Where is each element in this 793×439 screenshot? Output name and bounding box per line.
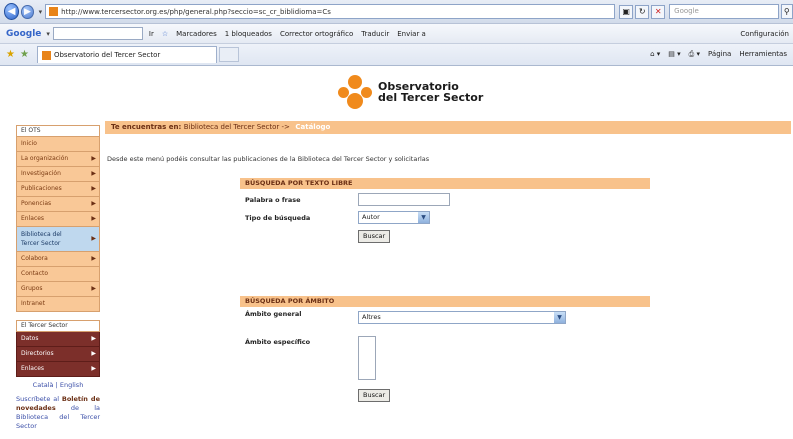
sidebar-item-directorios[interactable]: Directorios ▶	[16, 347, 100, 362]
language-links[interactable]: Català | English	[16, 381, 100, 389]
site-logo[interactable]: Observatorio del Tercer Sector	[338, 75, 483, 109]
bookmarks-menu[interactable]: Marcadores	[176, 30, 217, 38]
intro-text: Desde este menú podéis consultar las pub…	[107, 155, 430, 163]
sidebar-item-inicio[interactable]: Inicio	[16, 137, 100, 152]
page-menu[interactable]: Página	[708, 50, 731, 59]
arrow-right-icon: ▶	[91, 350, 96, 357]
favorites-star-icon[interactable]: ★	[6, 49, 15, 60]
refresh-icon[interactable]: ↻	[635, 4, 650, 19]
url-input[interactable]: http://www.tercersector.org.es/php/gener…	[45, 4, 616, 19]
sidebar-item-intranet[interactable]: Intranet	[16, 297, 100, 312]
dropdown-arrow-icon: ▼	[418, 212, 429, 223]
arrow-right-icon: ▶	[91, 255, 96, 262]
compatibility-icon[interactable]: ▣	[619, 4, 634, 19]
ots-logo-icon	[338, 75, 372, 109]
arrow-right-icon: ▶	[91, 215, 96, 222]
translate-button[interactable]: Traducir	[361, 30, 389, 38]
google-dropdown-icon[interactable]: ▾	[46, 30, 50, 38]
sidebar-item-datos[interactable]: Datos ▶	[16, 332, 100, 347]
scope-section-header: BÚSQUEDA POR ÁMBITO	[240, 296, 650, 307]
breadcrumb-prefix: Te encuentras en:	[111, 123, 182, 131]
google-toolbar: Google ▾ Ir ☆ Marcadores 1 bloqueados Co…	[0, 24, 793, 44]
sidebar-item-organizacion[interactable]: La organización ▶	[16, 152, 100, 167]
add-favorites-icon[interactable]: ★	[20, 49, 29, 60]
sidebar-item-publicaciones[interactable]: Publicaciones ▶	[16, 182, 100, 197]
home-icon[interactable]: ⌂ ▾	[650, 50, 660, 59]
search-type-label: Tipo de búsqueda	[245, 214, 311, 222]
popup-blocked-button[interactable]: 1 bloqueados	[225, 30, 272, 38]
arrow-right-icon: ▶	[91, 235, 96, 242]
url-text: http://www.tercersector.org.es/php/gener…	[61, 7, 331, 16]
sidebar-header-tercer-sector: El Tercer Sector	[16, 320, 100, 332]
sidebar-item-enlaces-ts[interactable]: Enlaces ▶	[16, 362, 100, 377]
tab-active[interactable]: Observatorio del Tercer Sector	[36, 46, 217, 63]
sidebar-item-ponencias[interactable]: Ponencias ▶	[16, 197, 100, 212]
phrase-label: Palabra o frase	[245, 196, 301, 204]
logo-line2: del Tercer Sector	[378, 91, 484, 104]
general-scope-select[interactable]: Altres ▼	[358, 311, 566, 324]
specific-scope-list[interactable]	[358, 336, 376, 380]
sidebar-item-investigacion[interactable]: Investigación ▶	[16, 167, 100, 182]
tab-bar: ★ ★ Observatorio del Tercer Sector ⌂ ▾ ▤…	[0, 44, 793, 66]
history-dropdown-icon[interactable]: ▾	[39, 8, 43, 16]
search-icon[interactable]: ⚲	[780, 4, 793, 19]
site-favicon-icon	[49, 7, 59, 16]
general-scope-value: Altres	[362, 313, 381, 321]
google-toolbar-search[interactable]	[52, 27, 143, 40]
spellcheck-button[interactable]: Corrector ortográfico	[280, 30, 353, 38]
star-bookmarks-icon[interactable]: ☆	[162, 30, 168, 38]
search-input[interactable]: Google	[669, 4, 779, 19]
search-type-value: Autor	[362, 213, 380, 221]
newsletter-link[interactable]: Suscríbete al Boletín de novedades de la…	[16, 395, 100, 431]
stop-icon[interactable]: ✕	[651, 4, 666, 19]
tools-menu[interactable]: Herramientas	[739, 50, 787, 59]
arrow-right-icon: ▶	[91, 335, 96, 342]
arrow-right-icon: ▶	[91, 200, 96, 207]
forward-arrow-icon[interactable]: ▶	[21, 4, 34, 19]
tab-favicon-icon	[41, 50, 51, 60]
arrow-right-icon: ▶	[91, 170, 96, 177]
dropdown-arrow-icon: ▼	[554, 312, 565, 323]
sidebar-header-ots: El OTS	[16, 125, 100, 137]
search-scope-button[interactable]: Buscar	[358, 389, 391, 402]
breadcrumb: Te encuentras en: Biblioteca del Tercer …	[105, 121, 791, 134]
arrow-right-icon: ▶	[91, 185, 96, 192]
arrow-right-icon: ▶	[91, 365, 96, 372]
google-toolbar-logo: Google	[6, 28, 42, 39]
arrow-right-icon: ▶	[91, 285, 96, 292]
free-text-section-header: BÚSQUEDA POR TEXTO LIBRE	[240, 178, 650, 189]
breadcrumb-current: Catálogo	[295, 123, 331, 131]
sidebar-item-colabora[interactable]: Colabora ▶	[16, 252, 100, 267]
sidebar-item-biblioteca[interactable]: Biblioteca del Tercer Sector ▶	[16, 227, 100, 252]
send-to-button[interactable]: Enviar a	[397, 30, 426, 38]
phrase-input[interactable]	[358, 193, 450, 206]
sidebar: El OTS Inicio La organización ▶ Investiga…	[16, 125, 100, 431]
print-icon[interactable]: ⎙ ▾	[689, 50, 700, 59]
general-scope-label: Ámbito general	[245, 310, 302, 318]
new-tab-button[interactable]	[218, 47, 239, 62]
tab-title: Observatorio del Tercer Sector	[53, 51, 161, 59]
search-type-select[interactable]: Autor ▼	[358, 211, 430, 224]
web-page: Observatorio del Tercer Sector Te encuen…	[0, 66, 793, 439]
sidebar-item-grupos[interactable]: Grupos ▶	[16, 282, 100, 297]
arrow-right-icon: ▶	[91, 155, 96, 162]
go-button[interactable]: Ir	[149, 30, 154, 38]
specific-scope-label: Ámbito específico	[245, 338, 311, 346]
search-text-button[interactable]: Buscar	[358, 230, 391, 243]
settings-button[interactable]: Configuración	[740, 30, 789, 38]
sidebar-item-enlaces[interactable]: Enlaces ▶	[16, 212, 100, 227]
sidebar-item-contacto[interactable]: Contacto	[16, 267, 100, 282]
breadcrumb-link[interactable]: Biblioteca del Tercer Sector ->	[184, 123, 290, 131]
feeds-icon[interactable]: ▤ ▾	[668, 50, 680, 59]
back-arrow-icon[interactable]: ◀	[4, 3, 20, 20]
address-bar: ◀ ▶ ▾ http://www.tercersector.org.es/php…	[0, 0, 793, 24]
